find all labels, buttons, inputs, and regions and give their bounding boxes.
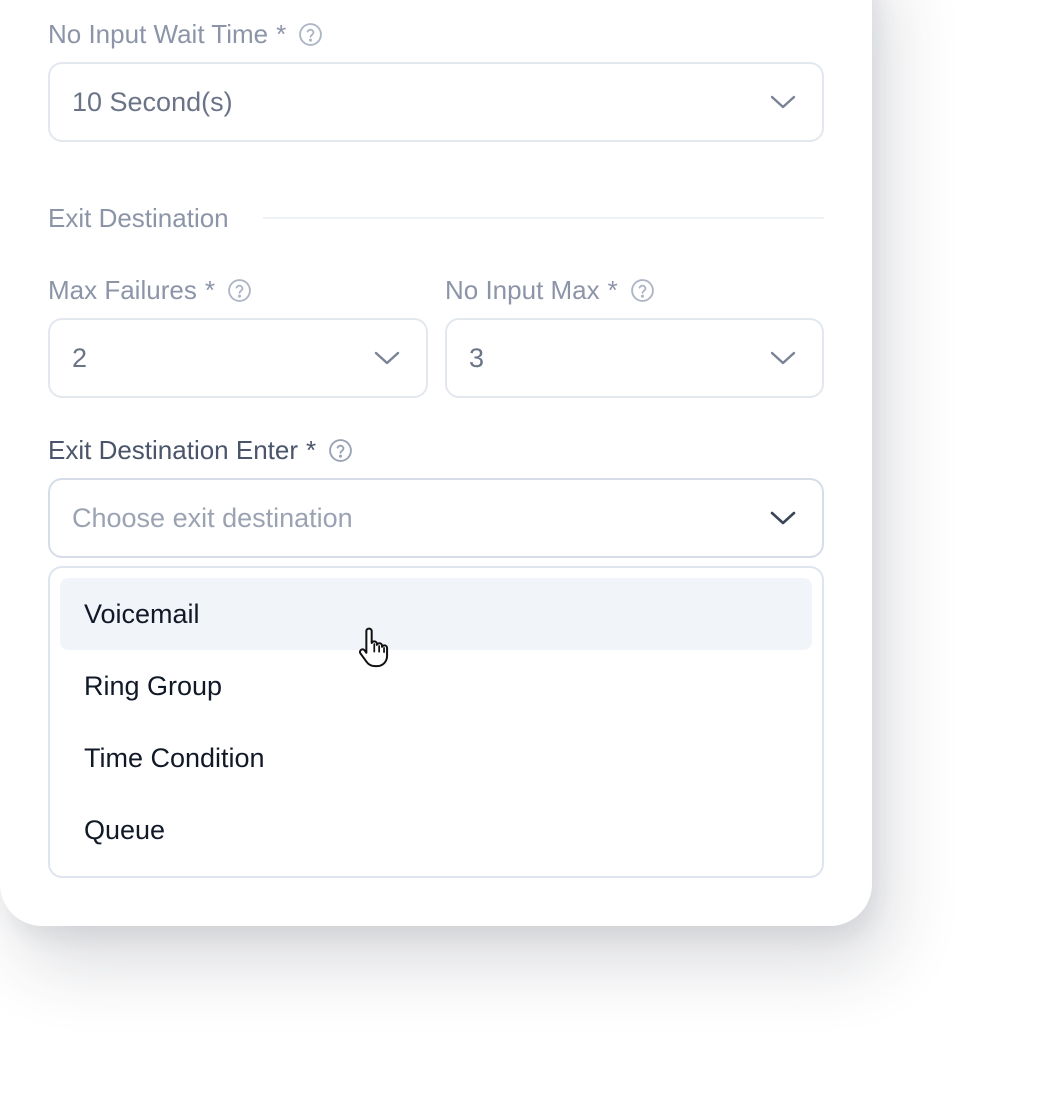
chevron-down-icon — [374, 350, 400, 366]
required-mark: * — [306, 434, 317, 465]
no-input-wait-time-value: 10 Second(s) — [72, 86, 233, 117]
no-input-max-select[interactable]: 3 — [445, 318, 824, 398]
chevron-down-icon — [770, 510, 796, 526]
max-failures-label-text: Max Failures — [48, 274, 197, 305]
option-label: Voicemail — [84, 598, 200, 629]
option-label: Ring Group — [84, 670, 223, 701]
option-ring-group[interactable]: Ring Group — [60, 650, 812, 722]
exit-destination-placeholder: Choose exit destination — [72, 502, 353, 533]
no-input-wait-time-label: No Input Wait Time * — [48, 16, 323, 52]
max-failures-value: 2 — [72, 342, 88, 373]
no-input-wait-time-select[interactable]: 10 Second(s) — [48, 62, 824, 142]
no-input-max-label-text: No Input Max — [445, 274, 600, 305]
required-mark: * — [607, 274, 618, 305]
option-queue[interactable]: Queue — [60, 794, 812, 866]
max-failures-label: Max Failures * — [48, 272, 252, 308]
option-label: Time Condition — [84, 742, 265, 773]
option-time-condition[interactable]: Time Condition — [60, 722, 812, 794]
section-title: Exit Destination — [48, 202, 229, 233]
exit-destination-enter-label: Exit Destination Enter * — [48, 432, 353, 468]
exit-destination-dropdown-menu: Voicemail Ring Group Time Condition Queu… — [48, 566, 824, 878]
stage: No Input Wait Time * 10 Second(s) Exit D… — [0, 0, 1062, 1110]
exit-destination-section: Exit Destination — [48, 200, 824, 236]
exit-destination-enter-label-text: Exit Destination Enter — [48, 434, 299, 465]
required-mark: * — [276, 18, 287, 49]
question-circle-icon[interactable] — [298, 22, 323, 47]
no-input-max-label: No Input Max * — [445, 272, 655, 308]
exit-destination-select[interactable]: Choose exit destination — [48, 478, 824, 558]
option-voicemail[interactable]: Voicemail — [60, 578, 812, 650]
question-circle-icon[interactable] — [227, 278, 252, 303]
chevron-down-icon — [770, 94, 796, 110]
chevron-down-icon — [770, 350, 796, 366]
hand-pointer-cursor-icon — [354, 624, 400, 670]
section-divider — [262, 217, 824, 219]
no-input-wait-time-label-text: No Input Wait Time — [48, 18, 269, 49]
question-circle-icon[interactable] — [328, 438, 353, 463]
question-circle-icon[interactable] — [630, 278, 655, 303]
required-mark: * — [204, 274, 215, 305]
max-failures-select[interactable]: 2 — [48, 318, 428, 398]
option-label: Queue — [84, 814, 166, 845]
